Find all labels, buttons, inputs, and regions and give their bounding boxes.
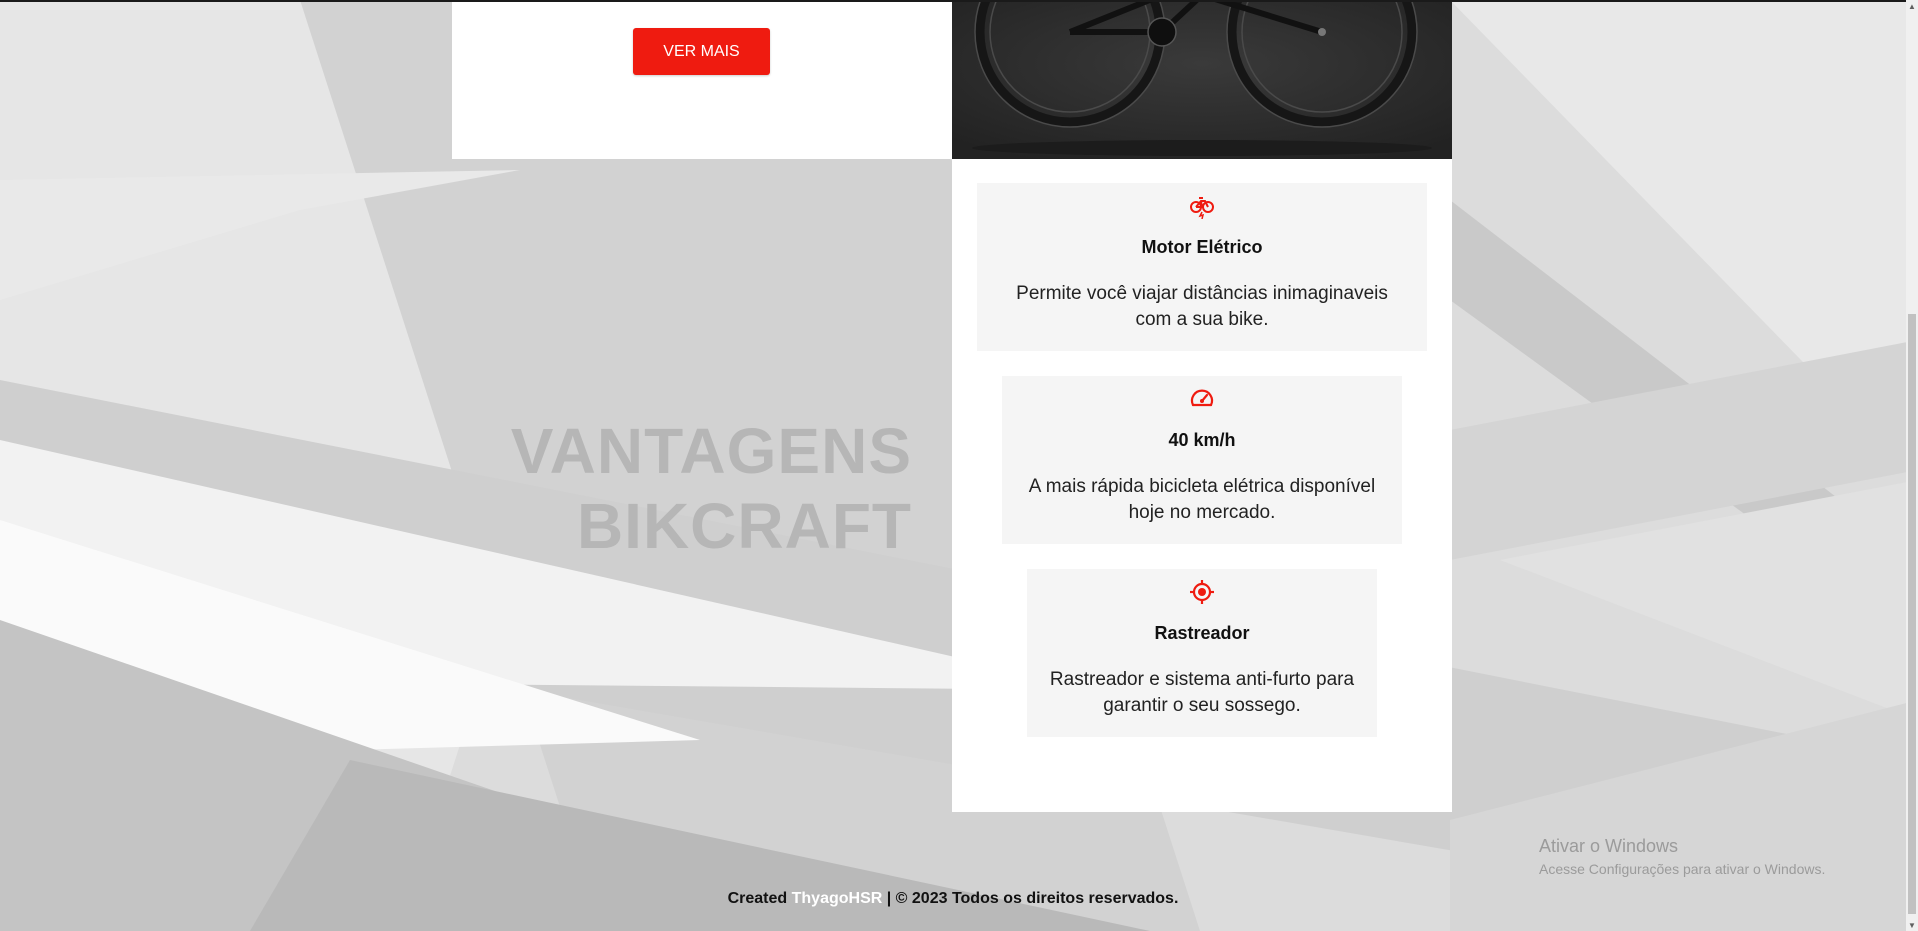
advantages-panel: Motor Elétrico Permite você viajar distâ… [952, 159, 1452, 812]
window-top-border [0, 0, 1906, 2]
advantages-title-line2: BIKCRAFT [576, 490, 912, 562]
card-text: A mais rápida bicicleta elétrica disponí… [1028, 476, 1376, 523]
scroll-down-arrow-icon[interactable]: ▼ [1906, 919, 1918, 931]
target-icon [1190, 580, 1214, 604]
advantage-card-speed: 40 km/h A mais rápida bicicleta elétrica… [1002, 376, 1402, 544]
footer-author-link[interactable]: ThyagoHSR [792, 890, 883, 907]
advantages-title-line1: VANTAGENS [510, 415, 912, 487]
card-text: Permite você viajar distâncias inimagina… [1016, 283, 1388, 330]
scrollbar-thumb[interactable] [1908, 314, 1916, 914]
speedometer-icon [1190, 389, 1214, 407]
bike-image [952, 0, 1452, 159]
scroll-up-arrow-icon[interactable]: ▲ [1906, 0, 1918, 12]
windows-activation-subtitle: Acesse Configurações para ativar o Windo… [1539, 861, 1826, 877]
card-text: Rastreador e sistema anti-furto para gar… [1049, 669, 1355, 716]
promo-box [452, 0, 952, 159]
footer-copyright: | © 2023 Todos os direitos reservados. [886, 890, 1179, 907]
vertical-scrollbar[interactable]: ▲ ▼ [1906, 0, 1918, 931]
footer: Created ThyagoHSR | © 2023 Todos os dire… [0, 890, 1906, 908]
card-title: Motor Elétrico [1141, 237, 1263, 257]
card-title: Rastreador [1154, 623, 1250, 643]
electric-bike-icon [1190, 197, 1214, 219]
windows-activation-watermark: Ativar o Windows Acesse Configurações pa… [1539, 836, 1825, 877]
ver-mais-button[interactable]: VER MAIS [633, 28, 770, 75]
advantage-card-tracker: Rastreador Rastreador e sistema anti-fur… [1027, 569, 1377, 737]
advantage-card-motor: Motor Elétrico Permite você viajar distâ… [977, 183, 1427, 351]
advantages-title: VANTAGENS BIKCRAFT [420, 414, 912, 564]
footer-prefix: Created [727, 890, 788, 907]
card-title: 40 km/h [1168, 430, 1236, 450]
windows-activation-title: Ativar o Windows [1539, 836, 1679, 856]
